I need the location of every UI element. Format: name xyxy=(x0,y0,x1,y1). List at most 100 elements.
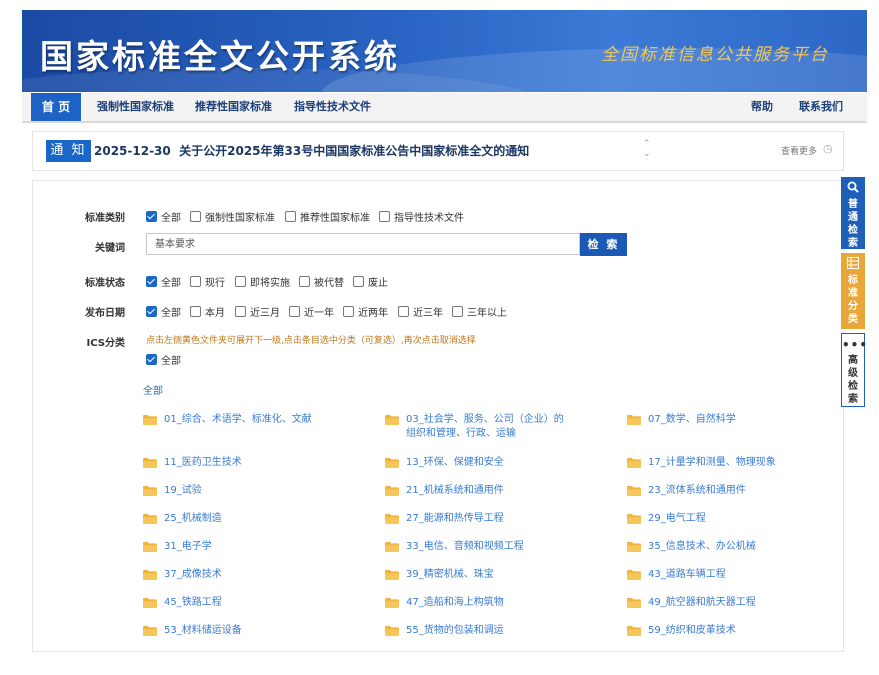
nav-help[interactable]: 帮助 xyxy=(751,93,773,121)
nav-mandatory[interactable]: 强制性国家标准 xyxy=(97,93,174,121)
keyword-input[interactable]: 基本要求 xyxy=(146,233,580,255)
category-option-all[interactable]: 全部 xyxy=(146,209,181,224)
nav-home[interactable]: 首 页 xyxy=(31,93,81,121)
ics-category-item[interactable]: 11_医药卫生技术 xyxy=(143,456,242,470)
ics-category-item[interactable]: 55_货物的包装和调运 xyxy=(385,624,504,638)
side-tab-advanced-search[interactable]: ••• 高级检索 xyxy=(841,333,867,407)
ics-category-item[interactable]: 13_环保、保健和安全 xyxy=(385,456,504,470)
ics-all-link[interactable]: 全部 xyxy=(143,382,163,397)
checkbox[interactable] xyxy=(146,306,157,317)
folder-icon[interactable] xyxy=(627,598,641,608)
chevron-up-icon[interactable]: ⌃ xyxy=(643,139,651,149)
ics-category-item[interactable]: 23_流体系统和通用件 xyxy=(627,484,746,498)
checkbox[interactable] xyxy=(379,211,390,222)
side-tab-basic-search[interactable]: 普通检索 xyxy=(841,177,865,249)
ics-category-item[interactable]: 39_精密机械、珠宝 xyxy=(385,568,494,582)
folder-icon[interactable] xyxy=(143,626,157,636)
checkbox[interactable] xyxy=(235,276,246,287)
ics-option-all[interactable]: 全部 xyxy=(146,352,181,367)
ics-category-item[interactable]: 35_信息技术、办公机械 xyxy=(627,540,756,554)
folder-icon[interactable] xyxy=(385,626,399,636)
checkbox[interactable] xyxy=(299,276,310,287)
checkbox[interactable] xyxy=(235,306,246,317)
ics-category-item[interactable]: 21_机械系统和通用件 xyxy=(385,484,504,498)
ics-category-item[interactable]: 17_计量学和测量、物理现象 xyxy=(627,456,776,470)
nav-contact[interactable]: 联系我们 xyxy=(799,93,843,121)
folder-icon[interactable] xyxy=(627,458,641,468)
folder-icon[interactable] xyxy=(143,542,157,552)
folder-icon[interactable] xyxy=(143,570,157,580)
folder-icon[interactable] xyxy=(385,542,399,552)
checkbox[interactable] xyxy=(190,211,201,222)
search-button[interactable]: 检 索 xyxy=(580,233,627,256)
ics-category-item[interactable]: 25_机械制造 xyxy=(143,512,222,526)
folder-icon[interactable] xyxy=(143,415,157,425)
checkbox[interactable] xyxy=(285,211,296,222)
folder-icon[interactable] xyxy=(627,486,641,496)
chevron-down-icon[interactable]: ⌄ xyxy=(643,149,651,159)
status-option-replaced[interactable]: 被代替 xyxy=(299,274,344,289)
status-option-current[interactable]: 现行 xyxy=(190,274,225,289)
category-option-recommended[interactable]: 推荐性国家标准 xyxy=(285,209,370,224)
ics-category-item[interactable]: 53_材料储运设备 xyxy=(143,624,242,638)
ics-category-item[interactable]: 33_电信、音频和视频工程 xyxy=(385,540,524,554)
checkbox[interactable] xyxy=(146,354,157,365)
folder-icon[interactable] xyxy=(627,542,641,552)
date-option-1year[interactable]: 近一年 xyxy=(289,304,334,319)
folder-icon[interactable] xyxy=(143,514,157,524)
checkbox[interactable] xyxy=(146,276,157,287)
folder-icon[interactable] xyxy=(385,458,399,468)
side-tab-classification[interactable]: 标准分类 xyxy=(841,253,865,329)
option-label: 近两年 xyxy=(358,308,388,319)
date-option-all[interactable]: 全部 xyxy=(146,304,181,319)
folder-icon[interactable] xyxy=(385,415,399,425)
ics-category-item[interactable]: 29_电气工程 xyxy=(627,512,706,526)
checkbox[interactable] xyxy=(190,306,201,317)
folder-icon[interactable] xyxy=(385,486,399,496)
folder-icon[interactable] xyxy=(385,570,399,580)
ics-category-item[interactable]: 47_造船和海上构筑物 xyxy=(385,596,504,610)
nav-guidance[interactable]: 指导性技术文件 xyxy=(294,93,371,121)
folder-icon[interactable] xyxy=(627,626,641,636)
checkbox[interactable] xyxy=(343,306,354,317)
folder-icon[interactable] xyxy=(143,458,157,468)
status-option-all[interactable]: 全部 xyxy=(146,274,181,289)
folder-icon[interactable] xyxy=(385,598,399,608)
category-option-mandatory[interactable]: 强制性国家标准 xyxy=(190,209,275,224)
ics-category-item[interactable]: 27_能源和热传导工程 xyxy=(385,512,504,526)
date-option-3years[interactable]: 近三年 xyxy=(398,304,443,319)
ics-category-item[interactable]: 19_试验 xyxy=(143,484,202,498)
ics-category-item[interactable]: 45_铁路工程 xyxy=(143,596,222,610)
folder-icon[interactable] xyxy=(385,514,399,524)
category-option-guidance[interactable]: 指导性技术文件 xyxy=(379,209,464,224)
checkbox[interactable] xyxy=(398,306,409,317)
notice-scroll-arrows[interactable]: ⌃ ⌄ xyxy=(643,139,651,159)
folder-icon[interactable] xyxy=(627,415,641,425)
ics-category-item[interactable]: 31_电子学 xyxy=(143,540,212,554)
folder-icon[interactable] xyxy=(627,570,641,580)
status-option-abolished[interactable]: 废止 xyxy=(353,274,388,289)
checkbox[interactable] xyxy=(190,276,201,287)
nav-recommended[interactable]: 推荐性国家标准 xyxy=(195,93,272,121)
date-option-over3years[interactable]: 三年以上 xyxy=(452,304,507,319)
date-option-month[interactable]: 本月 xyxy=(190,304,225,319)
checkbox[interactable] xyxy=(289,306,300,317)
ics-category-item[interactable]: 49_航空器和航天器工程 xyxy=(627,596,756,610)
ics-category-item[interactable]: 03_社会学、服务、公司（企业）的 组织和管理、行政、运输 xyxy=(385,413,586,441)
date-option-3months[interactable]: 近三月 xyxy=(235,304,280,319)
checkbox[interactable] xyxy=(452,306,463,317)
notice-link[interactable]: 2025-12-30 关于公开2025年第33号中国国家标准公告中国家标准全文的… xyxy=(94,142,529,159)
ics-category-item[interactable]: 59_纺织和皮革技术 xyxy=(627,624,736,638)
ics-category-item[interactable]: 07_数学、自然科学 xyxy=(627,413,736,427)
ics-category-item[interactable]: 37_成像技术 xyxy=(143,568,222,582)
folder-icon[interactable] xyxy=(627,514,641,524)
folder-icon[interactable] xyxy=(143,486,157,496)
checkbox[interactable] xyxy=(146,211,157,222)
notice-more-link[interactable]: 查看更多 xyxy=(781,144,817,157)
date-option-2years[interactable]: 近两年 xyxy=(343,304,388,319)
status-option-upcoming[interactable]: 即将实施 xyxy=(235,274,290,289)
ics-category-item[interactable]: 01_综合、术语学、标准化、文献 xyxy=(143,413,312,427)
folder-icon[interactable] xyxy=(143,598,157,608)
checkbox[interactable] xyxy=(353,276,364,287)
ics-category-item[interactable]: 43_道路车辆工程 xyxy=(627,568,726,582)
